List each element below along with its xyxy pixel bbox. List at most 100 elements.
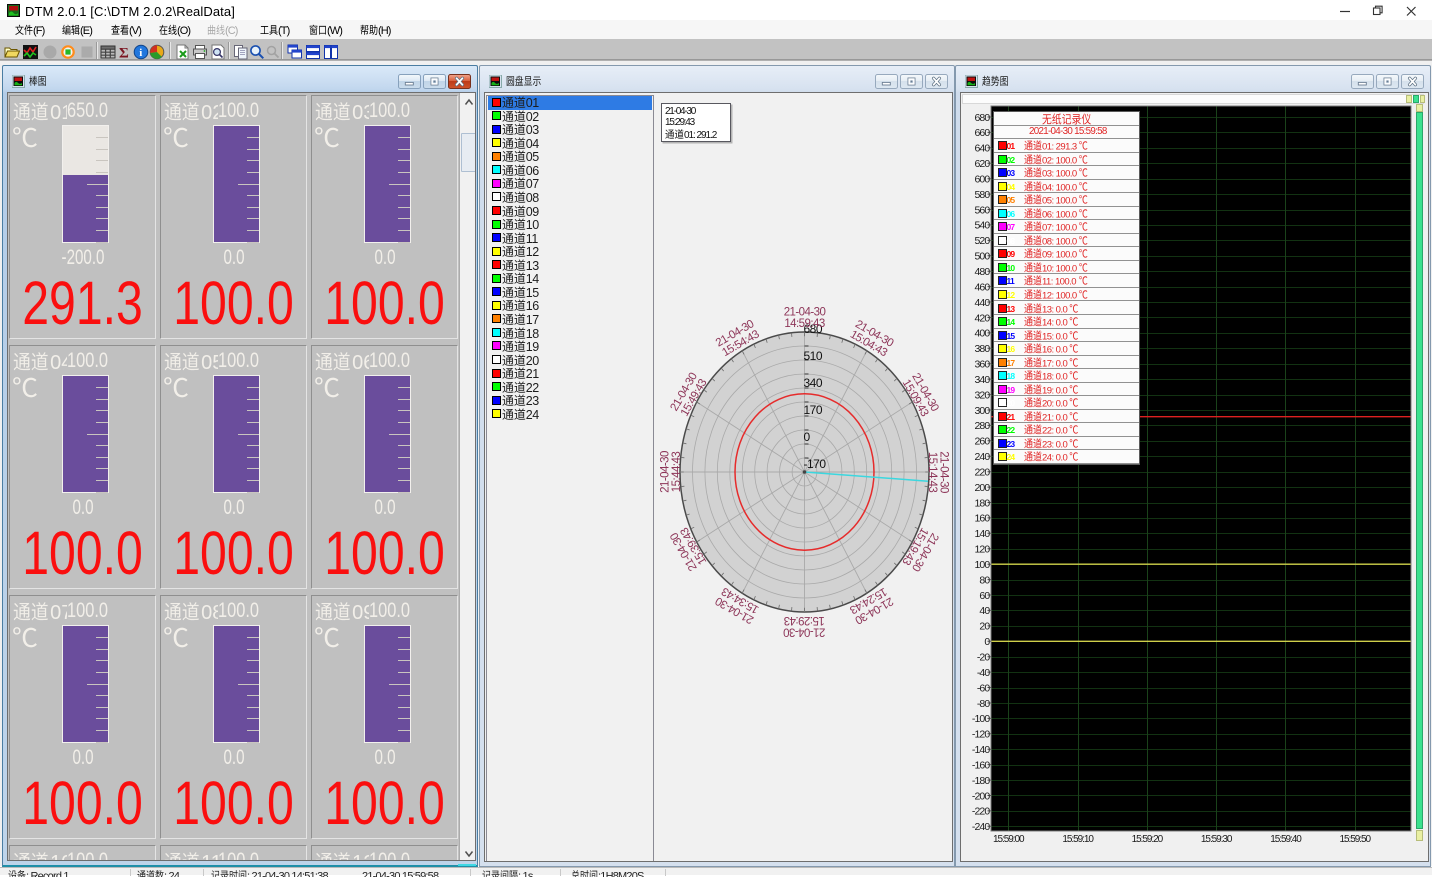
svg-text:-40: -40 xyxy=(977,667,991,679)
svg-text:02: 02 xyxy=(201,102,218,124)
svg-text:-220: -220 xyxy=(972,806,990,818)
svg-text:04: 04 xyxy=(50,352,67,374)
svg-text:01: 01 xyxy=(525,96,538,110)
svg-text:580: 580 xyxy=(974,189,990,201)
svg-text:180: 180 xyxy=(974,497,990,509)
svg-text:01: 01 xyxy=(50,102,67,124)
svg-text:14: 0.0: 14: 0.0 xyxy=(1042,318,1067,329)
svg-text:240: 240 xyxy=(974,451,990,463)
svg-text:500: 500 xyxy=(974,251,990,263)
svg-text:03: 03 xyxy=(352,102,369,124)
svg-text:02: 100.0: 02: 100.0 xyxy=(1042,155,1077,166)
svg-text:04: 04 xyxy=(525,137,538,151)
svg-text:-100: -100 xyxy=(972,713,990,725)
svg-text:13: 13 xyxy=(525,259,538,273)
svg-text::1H8M20S: :1H8M20S xyxy=(598,870,644,877)
svg-text:06: 100.0: 06: 100.0 xyxy=(1042,209,1077,220)
svg-text:15:59:10: 15:59:10 xyxy=(1062,834,1094,845)
svg-text:15:59:00: 15:59:00 xyxy=(993,834,1025,845)
svg-text:170: 170 xyxy=(804,403,823,417)
svg-text:540: 540 xyxy=(974,220,990,232)
svg-text:23: 23 xyxy=(525,394,538,408)
svg-text:220: 220 xyxy=(974,467,990,479)
svg-text:440: 440 xyxy=(974,297,990,309)
svg-text:-120: -120 xyxy=(972,729,990,741)
svg-text:(O): (O) xyxy=(177,25,190,37)
svg-text:-170: -170 xyxy=(804,457,827,471)
svg-text:21-04-30 15:59:58: 21-04-30 15:59:58 xyxy=(362,870,439,877)
svg-text:05: 05 xyxy=(525,150,538,164)
svg-text:09: 100.0: 09: 100.0 xyxy=(1042,250,1077,261)
svg-text:21-04-30: 21-04-30 xyxy=(938,451,950,493)
svg-text:22: 0.0: 22: 0.0 xyxy=(1042,426,1067,437)
svg-text:11: 11 xyxy=(201,852,218,862)
svg-text:320: 320 xyxy=(974,389,990,401)
svg-text:40: 40 xyxy=(979,605,990,617)
svg-text:420: 420 xyxy=(974,312,990,324)
svg-text:08: 08 xyxy=(525,191,538,205)
svg-text:340: 340 xyxy=(974,374,990,386)
svg-text:24: 0.0: 24: 0.0 xyxy=(1042,453,1067,464)
svg-text:(V): (V) xyxy=(129,25,141,37)
svg-text:300: 300 xyxy=(974,405,990,417)
svg-text:640: 640 xyxy=(974,143,990,155)
svg-text:160: 160 xyxy=(974,513,990,525)
svg-text:15:59:50: 15:59:50 xyxy=(1340,834,1372,845)
svg-text:16: 0.0: 16: 0.0 xyxy=(1042,345,1067,356)
svg-text:(T): (T) xyxy=(278,25,290,37)
svg-text:400: 400 xyxy=(974,328,990,340)
svg-text:0: 0 xyxy=(804,430,811,444)
svg-text:21-04-30: 21-04-30 xyxy=(784,625,826,637)
svg-text:15:14:43: 15:14:43 xyxy=(926,451,938,492)
svg-text:15:44:43: 15:44:43 xyxy=(671,451,683,492)
svg-text:: 1s: : 1s xyxy=(518,870,534,877)
svg-text:: 21-04-30 14:51:38: : 21-04-30 14:51:38 xyxy=(247,870,329,877)
svg-text:18: 18 xyxy=(525,327,538,341)
svg-text:24: 24 xyxy=(525,408,538,422)
svg-text:380: 380 xyxy=(974,343,990,355)
svg-text:560: 560 xyxy=(974,204,990,216)
svg-text:100: 100 xyxy=(974,559,990,571)
svg-text:05: 05 xyxy=(201,352,218,374)
svg-text:280: 280 xyxy=(974,420,990,432)
svg-text:21-04-30: 21-04-30 xyxy=(660,451,672,493)
svg-text:120: 120 xyxy=(974,544,990,556)
svg-text:12: 12 xyxy=(525,245,538,259)
svg-text:-20: -20 xyxy=(977,652,991,664)
svg-text:21: 21 xyxy=(525,367,538,381)
svg-text:-180: -180 xyxy=(972,775,990,787)
svg-text:18: 0.0: 18: 0.0 xyxy=(1042,372,1067,383)
svg-text:-160: -160 xyxy=(972,759,990,771)
svg-text:08: 100.0: 08: 100.0 xyxy=(1042,236,1077,247)
svg-text:360: 360 xyxy=(974,359,990,371)
svg-text:460: 460 xyxy=(974,281,990,293)
svg-text:660: 660 xyxy=(974,127,990,139)
svg-text:07: 07 xyxy=(525,177,538,191)
svg-text:20: 20 xyxy=(525,354,538,368)
svg-text:19: 19 xyxy=(525,340,538,354)
svg-text:09: 09 xyxy=(352,602,369,624)
svg-text:680: 680 xyxy=(974,112,990,124)
svg-text:140: 140 xyxy=(974,528,990,540)
svg-text:21-04-30: 21-04-30 xyxy=(784,306,826,318)
svg-text:05: 100.0: 05: 100.0 xyxy=(1042,196,1077,207)
svg-text:-200: -200 xyxy=(972,790,990,802)
svg-text:21: 0.0: 21: 0.0 xyxy=(1042,412,1067,423)
svg-text:10: 10 xyxy=(50,852,67,862)
svg-text:01: 291.3: 01: 291.3 xyxy=(1042,142,1077,153)
svg-text:06: 06 xyxy=(525,164,538,178)
svg-text:06: 06 xyxy=(352,352,369,374)
svg-text:19: 0.0: 19: 0.0 xyxy=(1042,385,1067,396)
svg-text:13: 0.0: 13: 0.0 xyxy=(1042,304,1067,315)
svg-text:15: 15 xyxy=(525,286,538,300)
svg-text:20: 0.0: 20: 0.0 xyxy=(1042,399,1067,410)
svg-text:14:59:43: 14:59:43 xyxy=(784,318,825,330)
svg-text:07: 07 xyxy=(50,602,67,624)
svg-text:08: 08 xyxy=(201,602,218,624)
svg-text:(W): (W) xyxy=(327,25,342,37)
svg-text:(E): (E) xyxy=(80,25,92,37)
svg-text:15:59:20: 15:59:20 xyxy=(1132,834,1164,845)
svg-text:80: 80 xyxy=(979,574,990,586)
svg-text:04: 100.0: 04: 100.0 xyxy=(1042,182,1077,193)
svg-text:0: 0 xyxy=(984,636,990,648)
